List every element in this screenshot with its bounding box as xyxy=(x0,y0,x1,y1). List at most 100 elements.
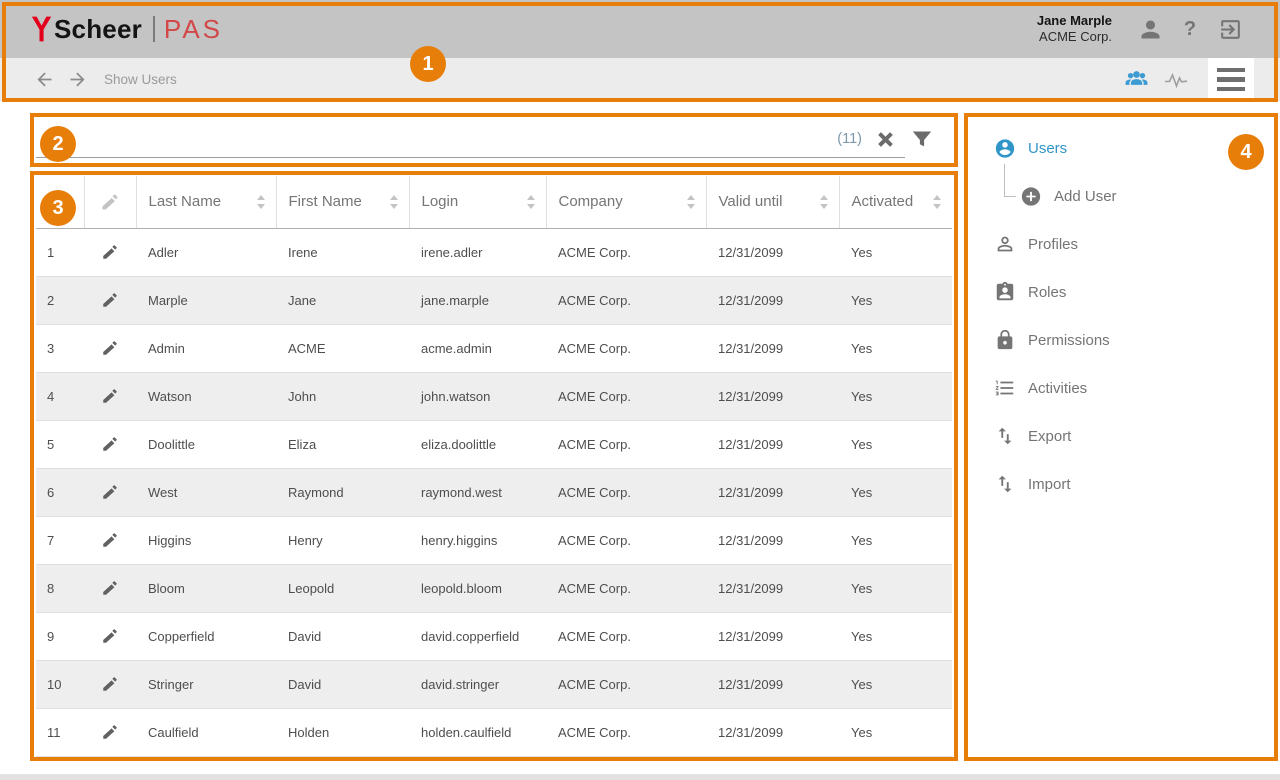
filter-input[interactable] xyxy=(36,124,837,154)
sort-icon xyxy=(819,195,829,209)
login-cell: holden.caulfield xyxy=(409,708,546,756)
roles-icon xyxy=(994,281,1016,303)
activated-cell: Yes xyxy=(839,708,952,756)
activated-cell: Yes xyxy=(839,660,952,708)
edit-user-icon[interactable] xyxy=(101,579,119,597)
login-cell: leopold.bloom xyxy=(409,564,546,612)
last-name-cell: Adler xyxy=(136,228,276,276)
edit-user-icon[interactable] xyxy=(101,387,119,405)
last-name-cell: West xyxy=(136,468,276,516)
logout-icon[interactable] xyxy=(1210,17,1250,42)
valid-until-cell: 12/31/2099 xyxy=(706,612,839,660)
tree-connector xyxy=(1004,164,1016,197)
edit-user-icon[interactable] xyxy=(101,627,119,645)
first-name-cell: Raymond xyxy=(276,468,409,516)
last-name-cell: Doolittle xyxy=(136,420,276,468)
activated-cell: Yes xyxy=(839,276,952,324)
sidebar-item-permissions[interactable]: Permissions xyxy=(964,316,1278,364)
first-name-cell: David xyxy=(276,612,409,660)
company-cell: ACME Corp. xyxy=(546,708,706,756)
sort-icon xyxy=(389,195,399,209)
sidebar-item-activities[interactable]: Activities xyxy=(964,364,1278,412)
edit-cell xyxy=(84,516,136,564)
last-name-cell: Bloom xyxy=(136,564,276,612)
clear-filter-icon[interactable] xyxy=(876,130,895,149)
navigation-bar: Show Users xyxy=(0,58,1280,101)
forward-icon[interactable] xyxy=(67,69,88,90)
first-name-cell: John xyxy=(276,372,409,420)
company-cell: ACME Corp. xyxy=(546,468,706,516)
company-cell: ACME Corp. xyxy=(546,372,706,420)
edit-user-icon[interactable] xyxy=(101,339,119,357)
first-name-cell: David xyxy=(276,660,409,708)
column-header-company[interactable]: Company xyxy=(546,176,706,228)
edit-cell xyxy=(84,420,136,468)
user-row[interactable]: 11 Caulfield Holden holden.caulfield ACM… xyxy=(36,708,952,756)
edit-user-icon[interactable] xyxy=(101,723,119,741)
edit-user-icon[interactable] xyxy=(101,243,119,261)
valid-until-cell: 12/31/2099 xyxy=(706,372,839,420)
help-icon[interactable]: ? xyxy=(1170,18,1210,41)
login-cell: eliza.doolittle xyxy=(409,420,546,468)
edit-user-icon[interactable] xyxy=(101,675,119,693)
user-management-icon[interactable] xyxy=(1116,67,1156,92)
login-cell: jane.marple xyxy=(409,276,546,324)
edit-user-icon[interactable] xyxy=(101,435,119,453)
user-row[interactable]: 8 Bloom Leopold leopold.bloom ACME Corp.… xyxy=(36,564,952,612)
user-row[interactable]: 2 Marple Jane jane.marple ACME Corp. 12/… xyxy=(36,276,952,324)
activated-cell: Yes xyxy=(839,612,952,660)
valid-until-cell: 12/31/2099 xyxy=(706,228,839,276)
column-header-valid-until[interactable]: Valid until xyxy=(706,176,839,228)
filter-funnel-icon[interactable] xyxy=(910,127,934,151)
user-row[interactable]: 6 West Raymond raymond.west ACME Corp. 1… xyxy=(36,468,952,516)
activity-pulse-icon[interactable] xyxy=(1156,68,1196,92)
valid-until-cell: 12/31/2099 xyxy=(706,708,839,756)
sidebar-item-label: Activities xyxy=(1028,380,1087,397)
company-cell: ACME Corp. xyxy=(546,516,706,564)
company-cell: ACME Corp. xyxy=(546,228,706,276)
edit-cell xyxy=(84,228,136,276)
login-cell: raymond.west xyxy=(409,468,546,516)
column-header-login[interactable]: Login xyxy=(409,176,546,228)
edit-user-icon[interactable] xyxy=(101,531,119,549)
sidebar-item-roles[interactable]: Roles xyxy=(964,268,1278,316)
valid-until-cell: 12/31/2099 xyxy=(706,468,839,516)
user-row[interactable]: 9 Copperfield David david.copperfield AC… xyxy=(36,612,952,660)
edit-user-icon[interactable] xyxy=(101,291,119,309)
login-cell: henry.higgins xyxy=(409,516,546,564)
company-cell: ACME Corp. xyxy=(546,564,706,612)
activated-cell: Yes xyxy=(839,372,952,420)
profiles-icon xyxy=(994,233,1016,255)
brand-text: Scheer xyxy=(54,14,142,45)
user-row[interactable]: 7 Higgins Henry henry.higgins ACME Corp.… xyxy=(36,516,952,564)
user-row[interactable]: 1 Adler Irene irene.adler ACME Corp. 12/… xyxy=(36,228,952,276)
login-cell: irene.adler xyxy=(409,228,546,276)
row-number-cell: 3 xyxy=(36,324,84,372)
row-number-cell: 6 xyxy=(36,468,84,516)
sidebar-item-profiles[interactable]: Profiles xyxy=(964,220,1278,268)
column-header-first-name[interactable]: First Name xyxy=(276,176,409,228)
first-name-cell: Henry xyxy=(276,516,409,564)
bottom-edge-strip xyxy=(0,774,1280,780)
user-row[interactable]: 5 Doolittle Eliza eliza.doolittle ACME C… xyxy=(36,420,952,468)
back-icon[interactable] xyxy=(34,69,55,90)
menu-button[interactable] xyxy=(1208,58,1254,101)
user-row[interactable]: 10 Stringer David david.stringer ACME Co… xyxy=(36,660,952,708)
lock-icon xyxy=(994,329,1016,351)
sidebar-item-import[interactable]: Import xyxy=(964,460,1278,508)
column-header-last-name[interactable]: Last Name xyxy=(136,176,276,228)
result-count: (11) xyxy=(837,131,862,147)
sidebar-item-export[interactable]: Export xyxy=(964,412,1278,460)
company-cell: ACME Corp. xyxy=(546,324,706,372)
edit-user-icon[interactable] xyxy=(101,483,119,501)
activated-cell: Yes xyxy=(839,324,952,372)
row-number-cell: 11 xyxy=(36,708,84,756)
add-user-icon xyxy=(1020,185,1042,208)
user-row[interactable]: 4 Watson John john.watson ACME Corp. 12/… xyxy=(36,372,952,420)
valid-until-cell: 12/31/2099 xyxy=(706,420,839,468)
user-profile-icon[interactable] xyxy=(1130,16,1170,43)
column-header-activated[interactable]: Activated xyxy=(839,176,952,228)
sort-icon xyxy=(256,195,266,209)
login-cell: david.copperfield xyxy=(409,612,546,660)
user-row[interactable]: 3 Admin ACME acme.admin ACME Corp. 12/31… xyxy=(36,324,952,372)
